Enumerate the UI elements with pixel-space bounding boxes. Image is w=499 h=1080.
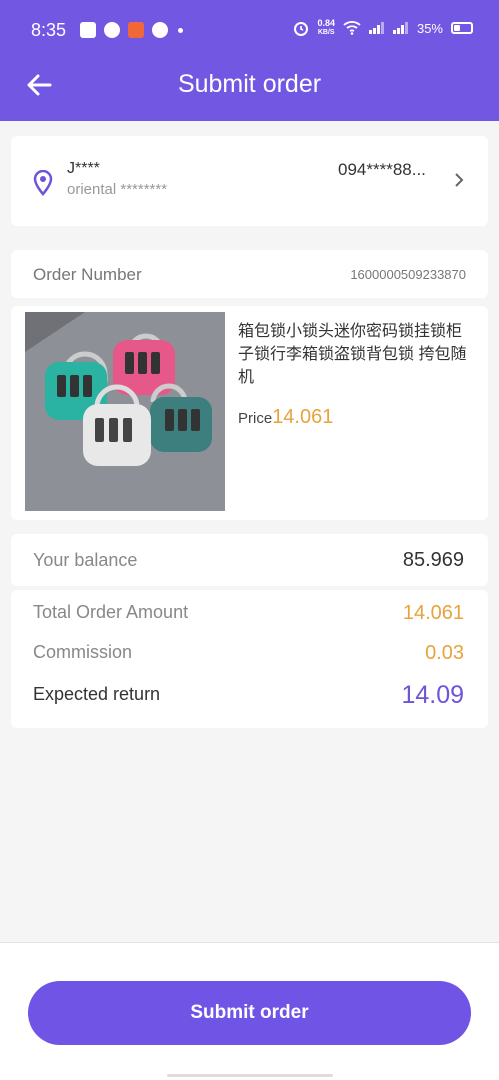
address-card[interactable]: J**** oriental ******** 094****88... [11,136,488,226]
expected-return-label: Expected return [33,684,161,704]
price-amount: 14.061 [272,406,334,428]
order-number-value: 1600000509233870 [350,267,466,282]
app-bar: 8:35 0.84 KB/S 35% Submit order [0,0,499,121]
nav-bar: Submit order [0,62,499,121]
location-pin-icon [33,170,53,196]
commission-value: 0.03 [425,642,464,664]
notification-icons [80,22,183,38]
battery-icon [451,22,473,34]
total-order-amount-label: Total Order Amount [33,602,189,622]
submit-order-button[interactable]: Submit order [28,981,471,1045]
order-number-label: Order Number [33,265,142,284]
balance-label: Your balance [33,550,138,570]
page-title: Submit order [177,70,322,98]
totals-card: Total Order Amount 14.061 Commission 0.0… [11,590,488,728]
home-indicator[interactable] [167,1074,333,1077]
signal-icon-2 [392,22,408,34]
alarm-icon [294,22,309,36]
product-name: 箱包锁小锁头迷你密码锁挂锁柜子锁行李箱锁盗锁背包锁 挎包随机 [238,323,467,386]
net-speed: 0.84 KB/S [317,18,335,37]
balance-value: 85.969 [402,549,464,571]
status-bar: 8:35 0.84 KB/S 35% [0,0,499,62]
expected-return-value: 14.09 [401,681,464,709]
status-right: 0.84 KB/S 35% [293,19,473,37]
product-card: 箱包锁小锁头迷你密码锁挂锁柜子锁行李箱锁盗锁背包锁 挎包随机 Price14.0… [11,306,488,520]
facebook-icon [152,22,168,38]
discord-icon [80,22,96,38]
commission-label: Commission [33,642,133,662]
balance-card: Your balance 85.969 [11,534,488,586]
product-image [25,312,225,511]
recipient-name: J**** [67,160,100,177]
total-order-amount-row: Total Order Amount 14.061 [33,602,464,632]
chevron-right-icon [455,173,464,187]
status-time: 8:35 [31,20,67,40]
recipient-phone: 094****88... [338,160,426,179]
order-number-card: Order Number 1600000509233870 [11,250,488,298]
product-price: Price14.061 [238,406,333,429]
total-order-amount-value: 14.061 [402,602,464,624]
commission-row: Commission 0.03 [33,642,464,672]
wifi-icon [343,21,361,35]
more-dot-icon [178,27,183,33]
battery-percent: 35% [416,20,443,36]
bottom-bar: Submit order [0,942,499,1080]
expected-return-row: Expected return 14.09 [33,681,464,714]
price-label: Price [238,410,273,427]
recipient-address: oriental ******** [67,181,168,198]
signal-icon [368,22,384,34]
app-notification-icon [128,22,144,38]
messenger-icon [104,22,120,38]
